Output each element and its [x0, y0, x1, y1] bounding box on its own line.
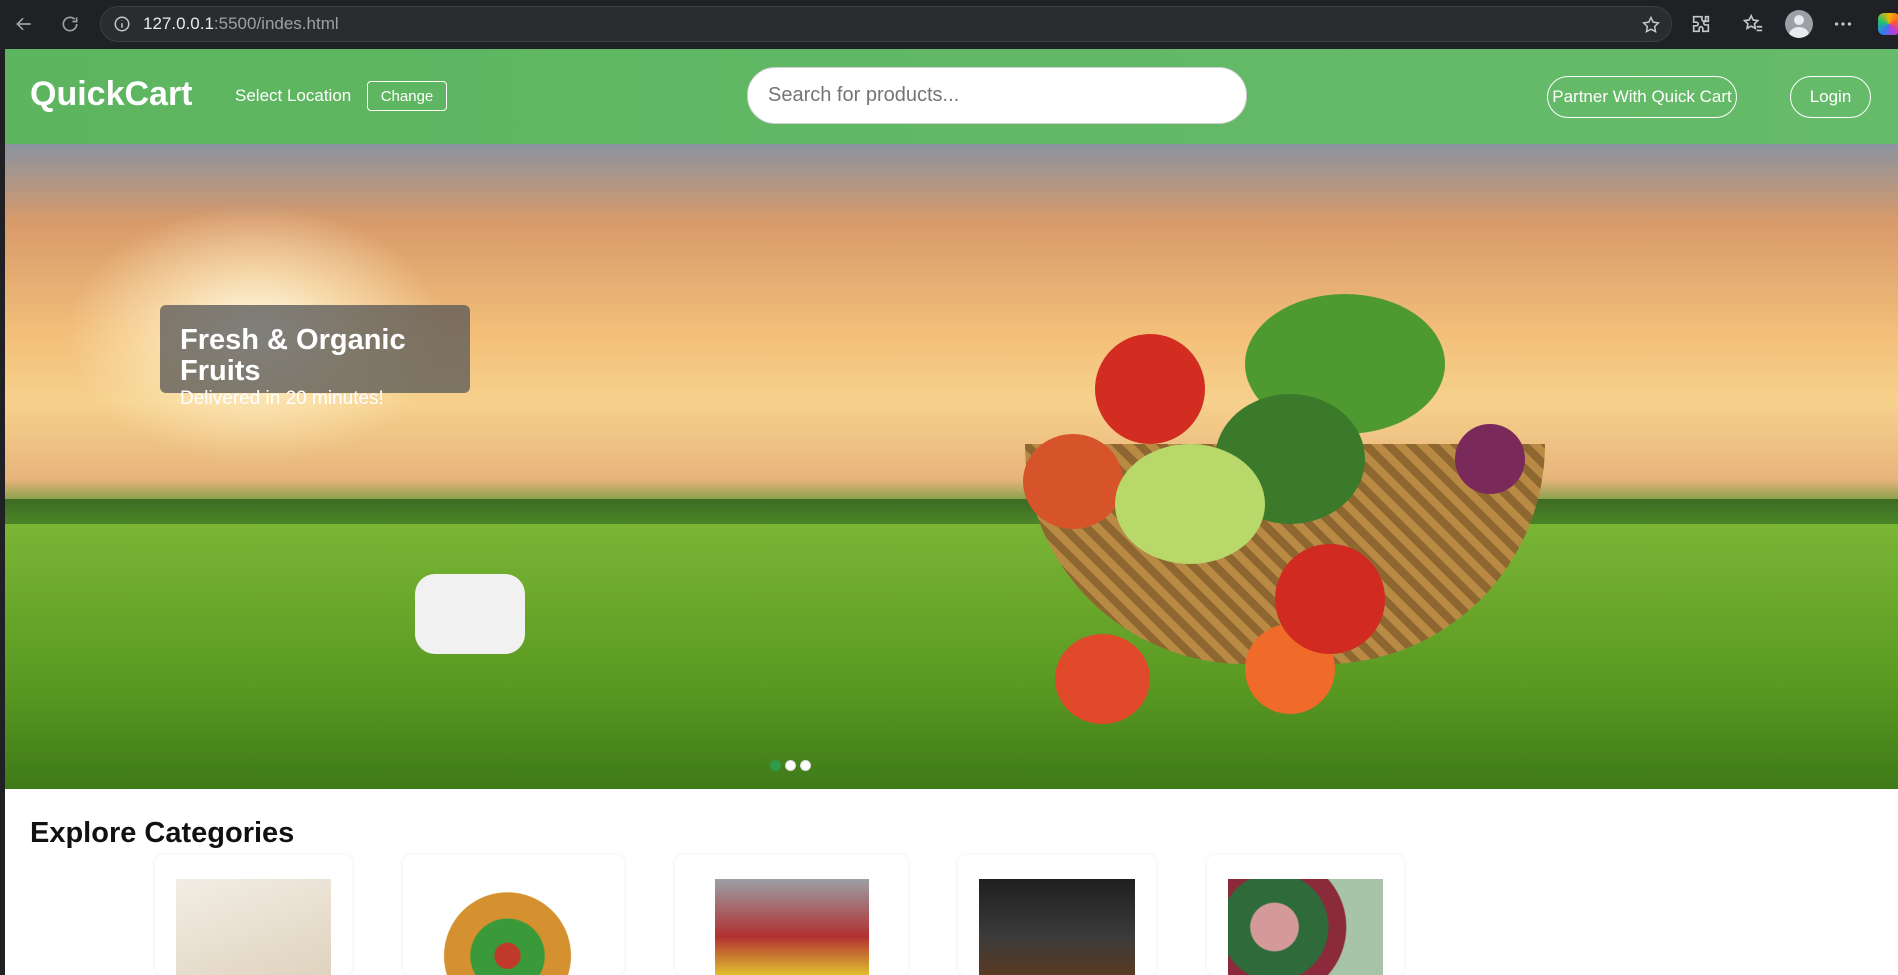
hero-carousel[interactable]: Fresh & Organic Fruits Delivered in 20 m… — [5, 144, 1898, 789]
copilot-icon[interactable] — [1878, 8, 1898, 40]
category-card-bakery[interactable] — [958, 855, 1156, 975]
reload-icon[interactable] — [54, 8, 86, 40]
hero-pepper — [1095, 334, 1205, 444]
address-bar[interactable]: 127.0.0.1:5500/indes.html — [100, 6, 1672, 42]
category-image-beverages — [715, 879, 869, 975]
select-location-label: Select Location — [235, 86, 352, 105]
site-info-icon[interactable] — [113, 15, 131, 33]
category-card-vegetables[interactable] — [403, 855, 624, 975]
page: QuickCart Select Location Change Partner… — [5, 49, 1898, 975]
carousel-dot-2[interactable] — [785, 760, 796, 771]
bookmark-star-icon[interactable] — [1641, 15, 1661, 35]
category-image-frozen — [1228, 879, 1383, 975]
category-card-beverages[interactable] — [675, 855, 908, 975]
change-location-button[interactable]: Change — [367, 81, 447, 111]
category-card-frozen[interactable] — [1207, 855, 1404, 975]
hero-apple — [1023, 434, 1123, 529]
back-icon[interactable] — [8, 8, 40, 40]
category-image-vegetables — [436, 879, 579, 975]
copilot-logo — [1878, 13, 1898, 35]
categories-title: Explore Categories — [30, 817, 295, 849]
site-logo[interactable]: QuickCart — [30, 75, 193, 114]
url-text: 127.0.0.1:5500/indes.html — [143, 14, 339, 34]
carousel-dot-3[interactable] — [800, 760, 811, 771]
login-button[interactable]: Login — [1790, 76, 1871, 118]
carousel-dot-1[interactable] — [770, 760, 781, 771]
hero-caption: Fresh & Organic Fruits Delivered in 20 m… — [160, 305, 470, 409]
browser-toolbar: 127.0.0.1:5500/indes.html — [0, 0, 1898, 48]
url-host: 127.0.0.1 — [143, 14, 214, 33]
category-card-dairy[interactable] — [155, 855, 352, 975]
hero-tomato-1 — [1055, 634, 1150, 724]
hero-lettuce — [1115, 444, 1265, 564]
hero-subtitle: Delivered in 20 minutes! — [180, 388, 384, 409]
avatar-icon — [1785, 10, 1813, 38]
hero-title: Fresh & Organic Fruits — [180, 324, 406, 387]
more-options-icon[interactable] — [1832, 8, 1854, 40]
favorites-icon[interactable] — [1742, 8, 1764, 40]
extensions-icon[interactable] — [1690, 8, 1712, 40]
hero-onion — [1455, 424, 1525, 494]
site-header: QuickCart Select Location Change Partner… — [5, 49, 1898, 144]
partner-button[interactable]: Partner With Quick Cart — [1547, 76, 1737, 118]
category-image-bakery — [979, 879, 1135, 975]
hero-field — [5, 524, 1898, 789]
hero-pepper-2 — [1275, 544, 1385, 654]
search-input[interactable] — [747, 67, 1247, 124]
profile-avatar[interactable] — [1785, 8, 1813, 40]
carousel-indicators — [770, 760, 811, 771]
category-image-dairy — [176, 879, 331, 975]
url-path: :5500/indes.html — [213, 14, 339, 33]
hero-cow — [415, 574, 525, 654]
